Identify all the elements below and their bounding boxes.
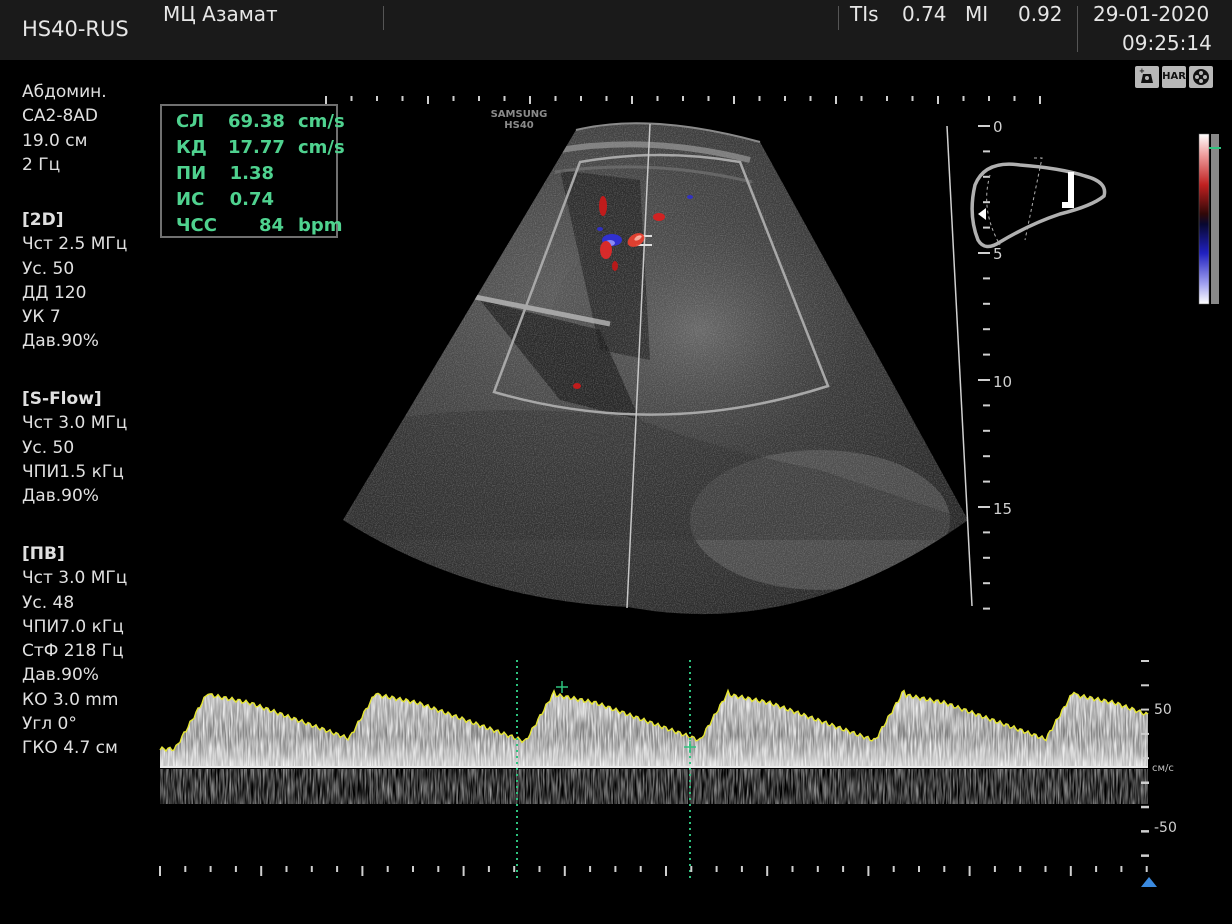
measurement-unit: cm/s [298, 111, 345, 132]
measurement-value: 1.38 [229, 163, 274, 184]
baseline-shift-arrow [1141, 877, 1157, 887]
measurement-unit: bpm [298, 215, 343, 236]
caliper-cross-peak [556, 681, 568, 693]
watermark-line1: SAMSUNG [491, 109, 548, 120]
measurement-value: 0.74 [229, 189, 274, 210]
probe-icon[interactable]: + [1135, 66, 1159, 88]
reverse-flow-noise [160, 769, 1148, 804]
reel-icon[interactable] [1189, 66, 1213, 88]
measurement-label: ПИ [176, 163, 207, 184]
lateral-ruler [325, 96, 1041, 104]
depth-scale: 0 5 10 15 [946, 118, 1012, 610]
liver-body-marker [970, 157, 1107, 249]
measurement-value: 17.77 [228, 137, 285, 158]
depth-label-15: 15 [993, 500, 1012, 518]
orientation-marker [978, 208, 986, 220]
measurement-label: СЛ [176, 111, 205, 132]
depth-label-5: 5 [993, 245, 1003, 263]
svg-text:+: + [1139, 67, 1145, 75]
measurement-unit: cm/s [298, 137, 345, 158]
measurement-value: 69.38 [228, 111, 285, 132]
velocity-label-50: 50 [1154, 702, 1172, 718]
har-icon[interactable]: HAR [1162, 66, 1186, 88]
bmode-sector [343, 122, 968, 615]
time-ruler [159, 866, 1148, 876]
doppler-spectrum: 50 см/с -50 [159, 660, 1177, 887]
depth-label-10: 10 [993, 373, 1012, 391]
velocity-label-neg50: -50 [1154, 820, 1177, 836]
measurement-value: 84 [258, 215, 284, 236]
color-bar-side [1211, 134, 1219, 304]
depth-label-0: 0 [993, 118, 1003, 136]
velocity-unit: см/с [1152, 763, 1174, 774]
measurement-label: ЧСС [176, 215, 217, 236]
measurement-label: КД [176, 137, 207, 158]
measurement-label: ИС [176, 189, 205, 210]
velocity-ticks [1141, 660, 1149, 857]
measurement-results-box: СЛ 69.38 cm/s КД 17.77 cm/s ПИ 1.38 ИС 0… [160, 104, 345, 238]
watermark-line2: HS40 [504, 120, 534, 131]
color-velocity-bar [1198, 133, 1210, 305]
